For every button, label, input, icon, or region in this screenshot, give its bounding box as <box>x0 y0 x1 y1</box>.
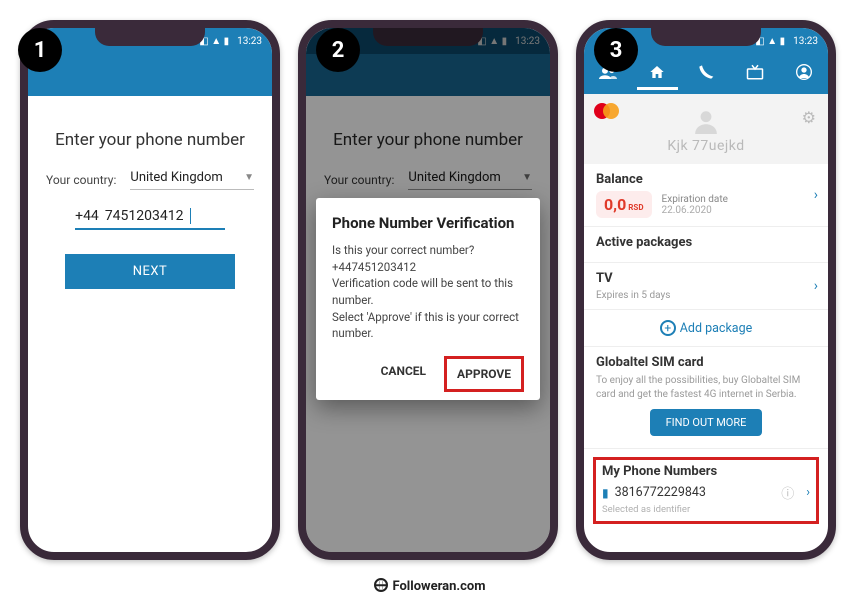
plus-circle-icon: + <box>660 320 676 336</box>
balance-head: Balance <box>596 172 816 187</box>
username: Kjk 77uejkd <box>584 138 828 154</box>
mastercard-icon <box>594 102 622 120</box>
chevron-right-icon: › <box>806 485 810 500</box>
active-packages-section: Active packages <box>584 227 828 263</box>
tab-account[interactable] <box>779 64 828 84</box>
footer-watermark: Followeran.com <box>0 578 860 594</box>
country-dropdown[interactable]: United Kingdom ▼ <box>130 170 254 190</box>
dialog-number: +447451203412 <box>332 259 524 276</box>
phone-icon <box>698 64 714 80</box>
dialog-line2: Verification code will be sent to this n… <box>332 275 524 308</box>
globe-icon <box>374 578 388 592</box>
info-icon[interactable]: ⓘ <box>781 483 794 502</box>
phone-2: ▾ ◧ ▲ ▮ 13:23 Enter your phone number Yo… <box>298 20 558 560</box>
dial-code: +44 <box>75 208 99 224</box>
account-icon <box>796 64 812 80</box>
find-out-more-button[interactable]: FIND OUT MORE <box>650 409 763 436</box>
tv-package-row[interactable]: TV Expires in 5 days › <box>584 263 828 310</box>
tab-calls[interactable] <box>682 64 731 84</box>
status-bar: ▾ ◧ ▲ ▮ 13:23 <box>28 28 272 54</box>
status-time: 13:23 <box>237 36 262 47</box>
dialog-title: Phone Number Verification <box>332 214 524 232</box>
app-bar <box>28 54 272 96</box>
page-title: Enter your phone number <box>46 130 254 150</box>
verification-dialog: Phone Number Verification Is this your c… <box>316 198 540 400</box>
chevron-right-icon: › <box>814 187 818 203</box>
balance-section[interactable]: Balance 0,0RSD Expiration date 22.06.202… <box>584 164 828 227</box>
my-phone-number: 3816772229843 <box>615 485 706 500</box>
add-package-button[interactable]: +Add package <box>584 310 828 346</box>
step-badge-2: 2 <box>316 28 360 72</box>
country-value: United Kingdom <box>130 170 222 185</box>
status-icons: ▾ ◧ ▲ ▮ <box>192 36 229 47</box>
approve-button[interactable]: APPROVE <box>444 356 524 392</box>
cancel-button[interactable]: CANCEL <box>371 356 436 392</box>
tab-tv[interactable] <box>730 64 779 84</box>
chevron-right-icon: › <box>814 278 818 294</box>
home-icon <box>649 64 665 80</box>
balance-badge: 0,0RSD <box>596 191 652 218</box>
phone-number-input[interactable]: +44 7451203412 <box>75 208 225 230</box>
gear-icon[interactable]: ⚙ <box>802 108 816 127</box>
profile-header: ⚙ Kjk 77uejkd <box>584 94 828 164</box>
next-button[interactable]: NEXT <box>65 254 236 289</box>
chevron-down-icon: ▼ <box>244 172 254 183</box>
tab-home[interactable] <box>633 64 682 84</box>
sim-card-section: Globaltel SIM card To enjoy all the poss… <box>584 346 828 449</box>
expiration: Expiration date 22.06.2020 <box>662 194 728 216</box>
step-badge-1: 1 <box>18 28 62 72</box>
phone-value: 7451203412 <box>105 208 184 224</box>
step-badge-3: 3 <box>594 28 638 72</box>
tv-icon <box>746 64 764 80</box>
avatar-icon <box>693 108 719 134</box>
country-label: Your country: <box>46 173 116 187</box>
phone-3: ▾ ◧ ▲ ▮ 13:23 ⚙ Kjk 77uejkd <box>576 20 836 560</box>
sim-icon: ▮ <box>602 486 609 500</box>
phone-1: ▾ ◧ ▲ ▮ 13:23 Enter your phone number Yo… <box>20 20 280 560</box>
dialog-line1: Is this your correct number? <box>332 242 524 259</box>
my-phone-numbers-section[interactable]: My Phone Numbers ▮ 3816772229843 ⓘ › Sel… <box>584 449 828 532</box>
dialog-line3: Select 'Approve' if this is your correct… <box>332 309 524 342</box>
